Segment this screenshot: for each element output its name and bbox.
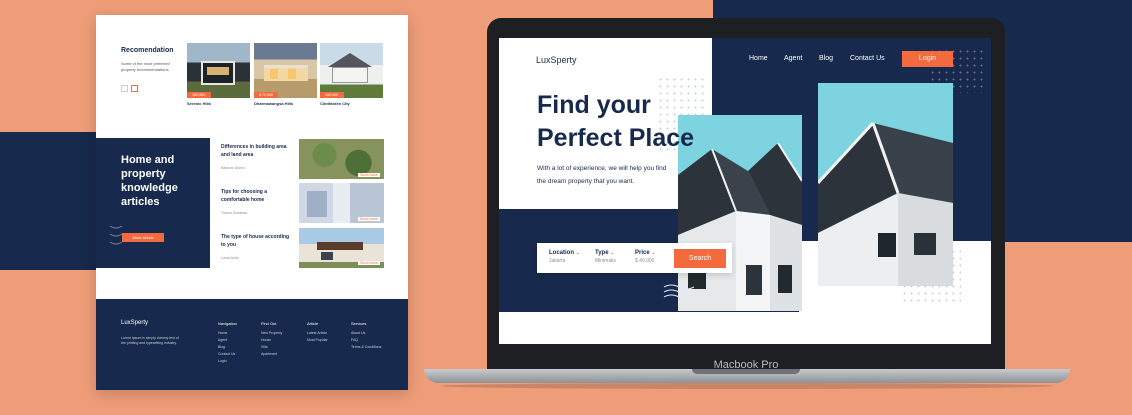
property-price-badge: $50,500 bbox=[187, 92, 211, 98]
login-button[interactable]: Login bbox=[902, 51, 953, 67]
article-author: Baskoro Utomo bbox=[221, 166, 246, 170]
hero-house-image-right bbox=[818, 83, 953, 286]
article-show-more-link[interactable]: Show more bbox=[358, 217, 380, 221]
article-title[interactable]: The type of house according to you bbox=[221, 233, 291, 249]
laptop-model-label: Macbook Pro bbox=[713, 359, 779, 371]
type-filter[interactable]: Type ⌄ Minimalis bbox=[595, 250, 616, 264]
article-author: Laura Anila bbox=[221, 256, 239, 260]
price-filter[interactable]: Price ⌄ $ 40,000 bbox=[635, 250, 656, 264]
bg-navy-left-band bbox=[0, 132, 96, 270]
article-show-more-link[interactable]: Show more bbox=[358, 261, 380, 265]
footer-link[interactable]: Most Popular bbox=[307, 337, 328, 344]
site-footer: LuxSperty Lorem Ipsum is simply dummy te… bbox=[96, 299, 408, 390]
nav-agent[interactable]: Agent bbox=[784, 55, 802, 62]
website-mockup-page: Recomendation Some of the most preferred… bbox=[96, 15, 408, 390]
footer-column-title: Find Out bbox=[261, 321, 277, 326]
wave-decoration-icon bbox=[109, 225, 123, 245]
footer-column-services: Services About Us FAQ Terms & Conditions bbox=[351, 321, 381, 351]
footer-link[interactable]: House bbox=[261, 337, 282, 344]
hero-subtitle-line2: the dream property that you want. bbox=[537, 178, 635, 185]
article-title[interactable]: Differences in building area and land ar… bbox=[221, 143, 291, 159]
modern-house-illustration bbox=[678, 142, 802, 311]
footer-logo[interactable]: LuxSperty bbox=[121, 320, 148, 326]
footer-link[interactable]: Login bbox=[218, 358, 237, 365]
article-show-more-link[interactable]: Show more bbox=[358, 173, 380, 177]
property-name: Dharmawangsa Hills bbox=[254, 101, 294, 106]
property-name: Clintfarden City bbox=[320, 101, 350, 106]
footer-description: Lorem Ipsum is simply dummy text of the … bbox=[121, 336, 179, 345]
footer-column-navigation: Navigation Home Agent Blog Contact Us Lo… bbox=[218, 321, 237, 365]
recommendation-title: Recomendation bbox=[121, 47, 174, 54]
footer-link[interactable]: Blog bbox=[218, 344, 237, 351]
footer-column-title: Navigation bbox=[218, 321, 237, 326]
price-label: Price bbox=[635, 250, 650, 256]
laptop-screen: LuxSperty Home Agent Blog Contact Us Log… bbox=[499, 38, 991, 344]
footer-column-article: Article Latest Article Most Popular bbox=[307, 321, 328, 344]
footer-link[interactable]: About Us bbox=[351, 330, 381, 337]
footer-link[interactable]: Agent bbox=[218, 337, 237, 344]
footer-column-title: Services bbox=[351, 321, 367, 326]
price-value: $ 40,000 bbox=[635, 258, 655, 264]
hero-house-image-left bbox=[678, 115, 802, 311]
nav-blog[interactable]: Blog bbox=[819, 55, 833, 62]
property-price-badge: $ 70,500 bbox=[254, 92, 278, 98]
articles-heading-panel: Home and property knowledge articles Mor… bbox=[96, 138, 210, 268]
footer-link[interactable]: Contact Us bbox=[218, 351, 237, 358]
wave-decoration-icon bbox=[663, 284, 695, 300]
footer-column-title: Article bbox=[307, 321, 319, 326]
location-value: Jakarta bbox=[549, 258, 566, 264]
screen-bottom-band bbox=[499, 312, 991, 344]
footer-column-find-out: Find Out New Property House Villa Apartm… bbox=[261, 321, 282, 358]
footer-link[interactable]: Villa bbox=[261, 344, 282, 351]
hero-title-line1: Find your bbox=[537, 91, 651, 119]
article-author: Tirtana Sulaiman bbox=[221, 211, 248, 215]
property-card-image[interactable] bbox=[320, 43, 383, 98]
property-name: Serenic Hills bbox=[187, 101, 212, 106]
property-card-image[interactable] bbox=[187, 43, 250, 98]
site-logo[interactable]: LuxSperty bbox=[536, 55, 577, 65]
articles-section: Home and property knowledge articles Mor… bbox=[96, 138, 408, 298]
footer-link[interactable]: Latest Article bbox=[307, 330, 328, 337]
modern-house-illustration bbox=[818, 121, 953, 286]
footer-link[interactable]: Apartment bbox=[261, 351, 282, 358]
footer-link[interactable]: FAQ bbox=[351, 337, 381, 344]
footer-link[interactable]: Terms & Conditions bbox=[351, 344, 381, 351]
next-arrow-button[interactable] bbox=[131, 85, 138, 92]
hero-title-line2: Perfect Place bbox=[537, 124, 695, 152]
article-title[interactable]: Tips for choosing a comfortable home bbox=[221, 188, 291, 204]
chevron-down-icon: ⌄ bbox=[575, 250, 580, 256]
search-button[interactable]: Search bbox=[674, 249, 726, 268]
type-label: Type bbox=[595, 250, 609, 256]
more-article-button[interactable]: More Article bbox=[122, 233, 164, 242]
nav-home[interactable]: Home bbox=[749, 55, 768, 62]
property-card-image[interactable] bbox=[254, 43, 317, 98]
footer-link[interactable]: Home bbox=[218, 330, 237, 337]
laptop-shadow bbox=[440, 383, 1054, 389]
location-label: Location bbox=[549, 250, 574, 256]
chevron-down-icon: ⌄ bbox=[610, 250, 615, 256]
location-filter[interactable]: Location ⌄ Jakarta bbox=[549, 250, 580, 264]
prev-arrow-button[interactable] bbox=[121, 85, 128, 92]
hero-subtitle-line1: With a lot of experience, we will help y… bbox=[537, 165, 667, 172]
property-price-badge: $40,500 bbox=[320, 92, 344, 98]
footer-link[interactable]: New Property bbox=[261, 330, 282, 337]
recommendation-description: Some of the most preferred property reco… bbox=[121, 61, 170, 72]
chevron-down-icon: ⌄ bbox=[651, 250, 656, 256]
articles-heading: Home and property knowledge articles bbox=[121, 154, 178, 208]
type-value: Minimalis bbox=[595, 258, 616, 264]
nav-contact-us[interactable]: Contact Us bbox=[850, 55, 885, 62]
